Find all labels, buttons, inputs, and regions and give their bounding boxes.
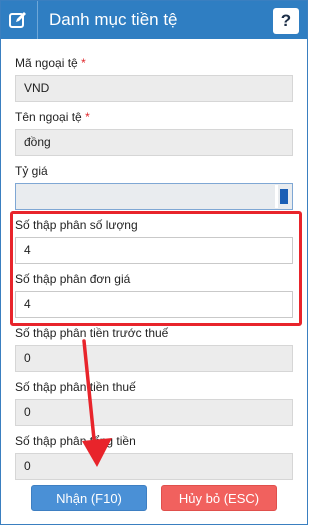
spinner-icon[interactable] xyxy=(280,189,288,204)
currency-code-field[interactable]: VND xyxy=(15,75,293,102)
exchange-rate-field[interactable] xyxy=(15,183,293,210)
title-separator xyxy=(37,1,38,39)
edit-icon xyxy=(9,12,26,28)
pretax-decimals-field[interactable]: 0 xyxy=(15,345,293,372)
help-icon: ? xyxy=(280,11,292,30)
required-mark: * xyxy=(81,56,86,70)
currency-name-field[interactable]: đồng xyxy=(15,129,293,156)
total-decimals-field[interactable]: 0 xyxy=(15,453,293,480)
cancel-button[interactable]: Hủy bỏ (ESC) xyxy=(161,485,277,511)
highlight-box xyxy=(10,211,302,326)
tax-decimals-label: Số thập phân tiền thuế xyxy=(15,380,136,394)
total-decimals-label: Số thập phân tổng tiền xyxy=(15,434,136,448)
pretax-decimals-label: Số thập phân tiền trước thuế xyxy=(15,326,169,340)
currency-code-label: Mã ngoại tệ * xyxy=(15,56,86,70)
ok-button[interactable]: Nhận (F10) xyxy=(31,485,147,511)
dialog-title: Danh mục tiền tệ xyxy=(49,10,178,29)
dialog-titlebar: Danh mục tiền tệ ? xyxy=(1,1,307,39)
currency-name-label: Tên ngoại tệ * xyxy=(15,110,90,124)
help-button[interactable]: ? xyxy=(273,8,299,34)
tax-decimals-field[interactable]: 0 xyxy=(15,399,293,426)
exchange-rate-label: Tỷ giá xyxy=(15,164,48,178)
spin-handle xyxy=(275,185,278,208)
required-mark: * xyxy=(85,110,90,124)
currency-dialog: Danh mục tiền tệ ? Mã ngoại tệ * VND Tên… xyxy=(0,0,308,525)
